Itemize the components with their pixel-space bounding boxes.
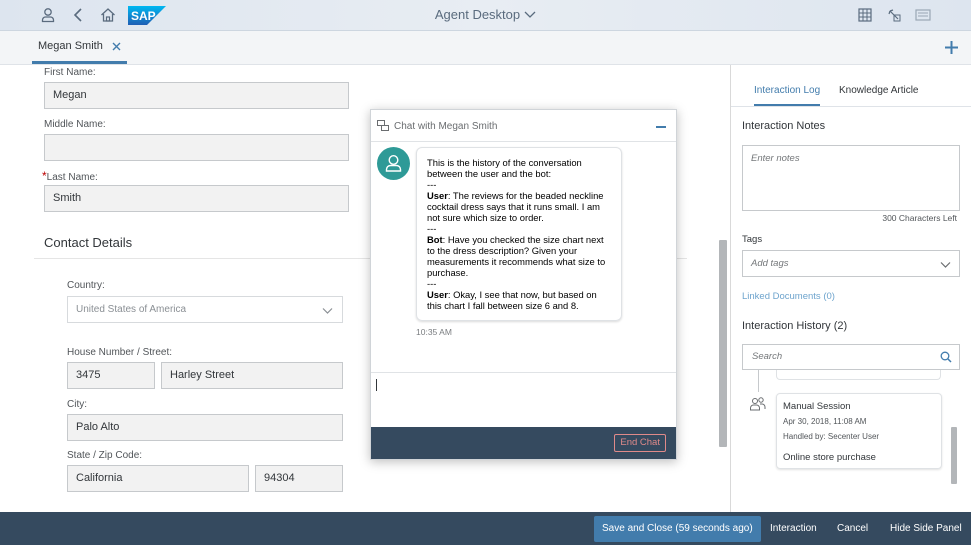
avatar — [377, 147, 410, 180]
history-search-input[interactable]: Search — [742, 344, 960, 370]
history-title: Manual Session — [783, 401, 851, 412]
tags-select[interactable]: Add tags — [742, 250, 960, 277]
side-panel: Interaction Log Knowledge Article Intera… — [730, 65, 971, 512]
city-field[interactable]: Palo Alto — [67, 414, 343, 441]
characters-left: 300 Characters Left — [882, 213, 957, 223]
separator: --- — [427, 179, 437, 190]
separator: --- — [427, 278, 437, 289]
city-label: City: — [67, 399, 87, 410]
state-field[interactable]: California — [67, 465, 249, 492]
middle-name-label: Middle Name: — [44, 119, 106, 130]
side-scrollbar[interactable] — [951, 427, 957, 484]
chevron-down-icon[interactable] — [940, 259, 951, 270]
shell-bar: SAP Agent Desktop — [0, 0, 971, 31]
chat-window: Chat with Megan Smith This is the histor… — [370, 109, 677, 460]
first-name-field[interactable]: Megan — [44, 82, 349, 109]
tab-label[interactable]: Megan Smith — [38, 40, 103, 52]
user-icon — [385, 154, 402, 172]
app-title[interactable]: Agent Desktop — [0, 7, 971, 22]
chevron-down-icon[interactable] — [524, 8, 536, 20]
footer-bar: Save and Close (59 seconds ago) Interact… — [0, 512, 971, 545]
contact-details-title: Contact Details — [44, 235, 133, 250]
grid-icon[interactable] — [856, 6, 874, 24]
minimize-icon[interactable] — [656, 126, 666, 128]
linked-documents-link[interactable]: Linked Documents (0) — [742, 291, 835, 302]
country-label: Country: — [67, 280, 105, 291]
country-select[interactable]: United States of America — [67, 296, 343, 323]
notes-icon[interactable] — [885, 6, 903, 24]
keyboard-icon[interactable] — [914, 6, 932, 24]
last-name-label-row: *Last Name: — [42, 169, 98, 183]
end-chat-button[interactable]: End Chat — [614, 434, 666, 452]
search-icon[interactable] — [940, 351, 952, 363]
country-value: United States of America — [76, 304, 187, 315]
side-tabs: Interaction Log Knowledge Article — [731, 65, 971, 107]
tab-knowledge-article[interactable]: Knowledge Article — [839, 85, 919, 96]
bot-label: Bot — [427, 234, 443, 245]
chevron-down-icon[interactable] — [322, 305, 333, 316]
intro-text: This is the history of the conversation … — [427, 157, 585, 179]
chat-message: This is the history of the conversation … — [416, 147, 622, 321]
chat-footer: End Chat — [371, 427, 676, 459]
last-name-field[interactable]: Smith — [44, 185, 349, 212]
first-name-label: First Name: — [44, 67, 96, 78]
save-and-close-button[interactable]: Save and Close (59 seconds ago) — [594, 516, 761, 542]
tab-megan-smith[interactable]: Megan Smith — [32, 31, 127, 64]
separator: --- — [427, 223, 437, 234]
user-label: User — [427, 190, 448, 201]
state-zip-label: State / Zip Code: — [67, 450, 143, 461]
add-tab-icon[interactable] — [944, 40, 959, 55]
middle-name-field[interactable] — [44, 134, 349, 161]
history-card-previous[interactable] — [776, 370, 941, 380]
interaction-history-title: Interaction History (2) — [742, 320, 848, 332]
close-icon[interactable] — [112, 42, 121, 51]
history-card[interactable]: Manual Session Apr 30, 2018, 11:08 AM Ha… — [776, 393, 942, 469]
chat-icon — [377, 120, 389, 131]
history-description: Online store purchase — [783, 452, 876, 463]
interaction-button[interactable]: Interaction — [770, 512, 817, 545]
last-name-label: Last Name: — [46, 172, 98, 183]
timeline-line — [758, 370, 759, 392]
tags-placeholder: Add tags — [751, 258, 789, 269]
tab-interaction-log[interactable]: Interaction Log — [754, 85, 821, 106]
app-title-text[interactable]: Agent Desktop — [435, 7, 520, 22]
search-placeholder: Search — [752, 351, 783, 362]
house-number-field[interactable]: 3475 — [67, 362, 155, 389]
chat-title: Chat with Megan Smith — [394, 121, 498, 132]
hide-side-panel-button[interactable]: Hide Side Panel — [890, 512, 962, 545]
bot-message: : Have you checked the size chart next t… — [427, 234, 608, 278]
street-label: House Number / Street: — [67, 347, 173, 358]
user-message-1: : The reviews for the beaded neckline co… — [427, 190, 607, 223]
text-cursor — [376, 379, 377, 391]
zip-field[interactable]: 94304 — [255, 465, 343, 492]
notes-field[interactable]: Enter notes — [742, 145, 960, 211]
street-field[interactable]: Harley Street — [161, 362, 343, 389]
history-handler: Handled by: Secenter User — [783, 432, 880, 441]
history-date: Apr 30, 2018, 11:08 AM — [783, 417, 867, 426]
chat-input[interactable] — [371, 373, 676, 427]
user-label: User — [427, 289, 448, 300]
cancel-button[interactable]: Cancel — [837, 512, 868, 545]
chat-header: Chat with Megan Smith — [371, 110, 676, 142]
message-time: 10:35 AM — [416, 327, 452, 337]
interaction-notes-title: Interaction Notes — [742, 120, 826, 132]
tags-label: Tags — [742, 234, 763, 245]
people-icon — [750, 397, 766, 411]
tab-bar: Megan Smith — [0, 31, 971, 65]
form-scrollbar[interactable] — [719, 240, 727, 447]
user-message-2: : Okay, I see that now, but based on thi… — [427, 289, 600, 311]
